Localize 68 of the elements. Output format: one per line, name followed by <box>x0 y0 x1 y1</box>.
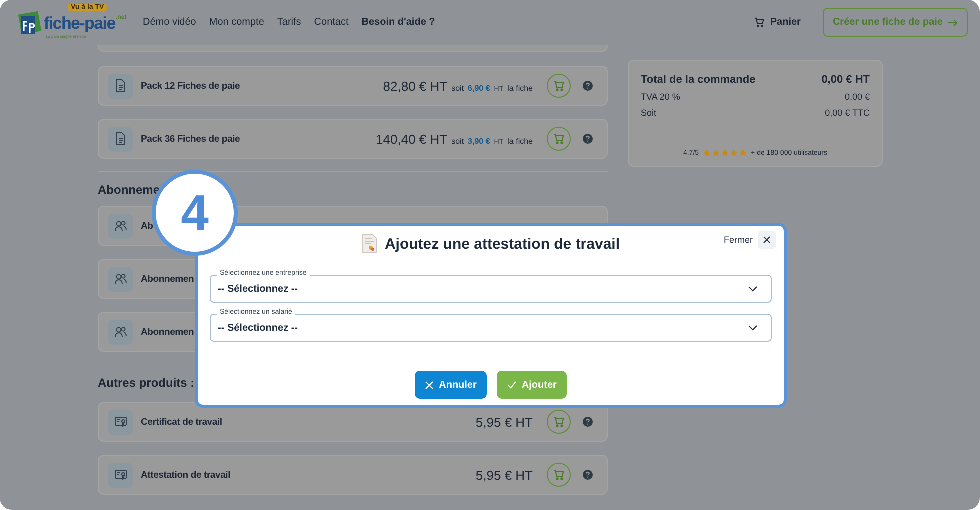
summary-value: 0,00 € <box>844 92 870 102</box>
add-button[interactable]: Ajouter <box>496 371 567 399</box>
add-to-cart-button[interactable] <box>547 127 571 151</box>
certificate-icon <box>114 468 128 482</box>
nav-link[interactable]: Tarifs <box>277 17 302 28</box>
help-icon <box>583 417 593 427</box>
chevron-down-icon <box>748 286 758 292</box>
product-price: 140,40 € HT <box>376 132 448 146</box>
unit-prefix: soit <box>452 136 464 146</box>
nav-link[interactable]: Contact <box>314 17 349 28</box>
product-name: Abonnemen <box>141 274 194 284</box>
product-price: 5,95 € HT <box>476 414 533 430</box>
unit-price: 3,90 € <box>468 136 490 146</box>
check-icon <box>506 381 517 389</box>
add-to-cart-button[interactable] <box>547 463 571 487</box>
product-name: Pack 36 Fiches de paie <box>141 134 240 144</box>
unit-prefix: soit <box>452 84 464 92</box>
arrow-right-icon <box>948 18 958 26</box>
cart-icon <box>553 80 565 92</box>
cancel-button[interactable]: Annuler <box>415 371 487 399</box>
certificate-icon <box>114 415 128 429</box>
cart-icon <box>553 133 565 145</box>
step-number: 4 <box>181 184 209 242</box>
product-price: 82,80 € HT <box>383 78 448 94</box>
close-label: Fermer <box>724 235 753 245</box>
summary-label: TVA 20 % <box>641 92 680 102</box>
summary-value: 0,00 € TTC <box>825 108 870 118</box>
help-icon <box>583 81 593 91</box>
people-icon <box>114 325 128 339</box>
product-price: 5,95 € HT <box>476 468 533 482</box>
cart-icon <box>754 17 766 28</box>
product-name: Pack 12 Fiches de paie <box>141 80 240 92</box>
select-value: -- Sélectionnez -- <box>218 322 298 334</box>
people-icon <box>114 219 128 233</box>
add-to-cart-button[interactable] <box>547 74 571 98</box>
summary-label: Total de la commande <box>641 74 756 86</box>
logo-name: fiche-paie <box>44 14 116 34</box>
help-icon <box>583 134 593 144</box>
modal-title: Ajoutez une attestation de travail <box>384 236 620 252</box>
cart-icon <box>553 469 565 481</box>
product-name: Ab <box>141 220 154 232</box>
unit-note: la fiche <box>508 136 533 146</box>
close-icon <box>425 380 434 390</box>
close-button[interactable] <box>758 231 776 249</box>
cart-icon <box>553 416 565 428</box>
add-to-cart-button[interactable] <box>547 410 571 434</box>
nav-link[interactable]: Démo vidéo <box>143 17 196 28</box>
certificate-icon <box>362 234 378 254</box>
product-name: Attestation de travail <box>141 470 231 480</box>
nav-link[interactable]: Besoin d'aide ? <box>362 17 436 28</box>
document-icon <box>114 132 128 146</box>
select-value: -- Sélectionnez -- <box>218 284 298 294</box>
people-icon <box>114 272 128 286</box>
nav-link[interactable]: Mon compte <box>209 17 264 28</box>
summary-value: 0,00 € HT <box>822 74 870 86</box>
logo-icon <box>18 10 42 36</box>
chevron-down-icon <box>748 325 758 331</box>
document-icon <box>114 79 128 93</box>
cart-link[interactable]: Panier <box>754 17 801 28</box>
unit-note: la fiche <box>508 84 533 92</box>
section-title: Abonneme <box>98 183 160 197</box>
section-title: Autres produits : <box>98 376 195 390</box>
close-icon <box>763 236 771 244</box>
summary-label: Soit <box>641 108 657 118</box>
unit-price: 6,90 € <box>468 84 490 92</box>
help-icon <box>583 470 593 480</box>
product-name: Certificat de travail <box>141 416 222 428</box>
product-name: Abonnemen <box>141 326 194 338</box>
